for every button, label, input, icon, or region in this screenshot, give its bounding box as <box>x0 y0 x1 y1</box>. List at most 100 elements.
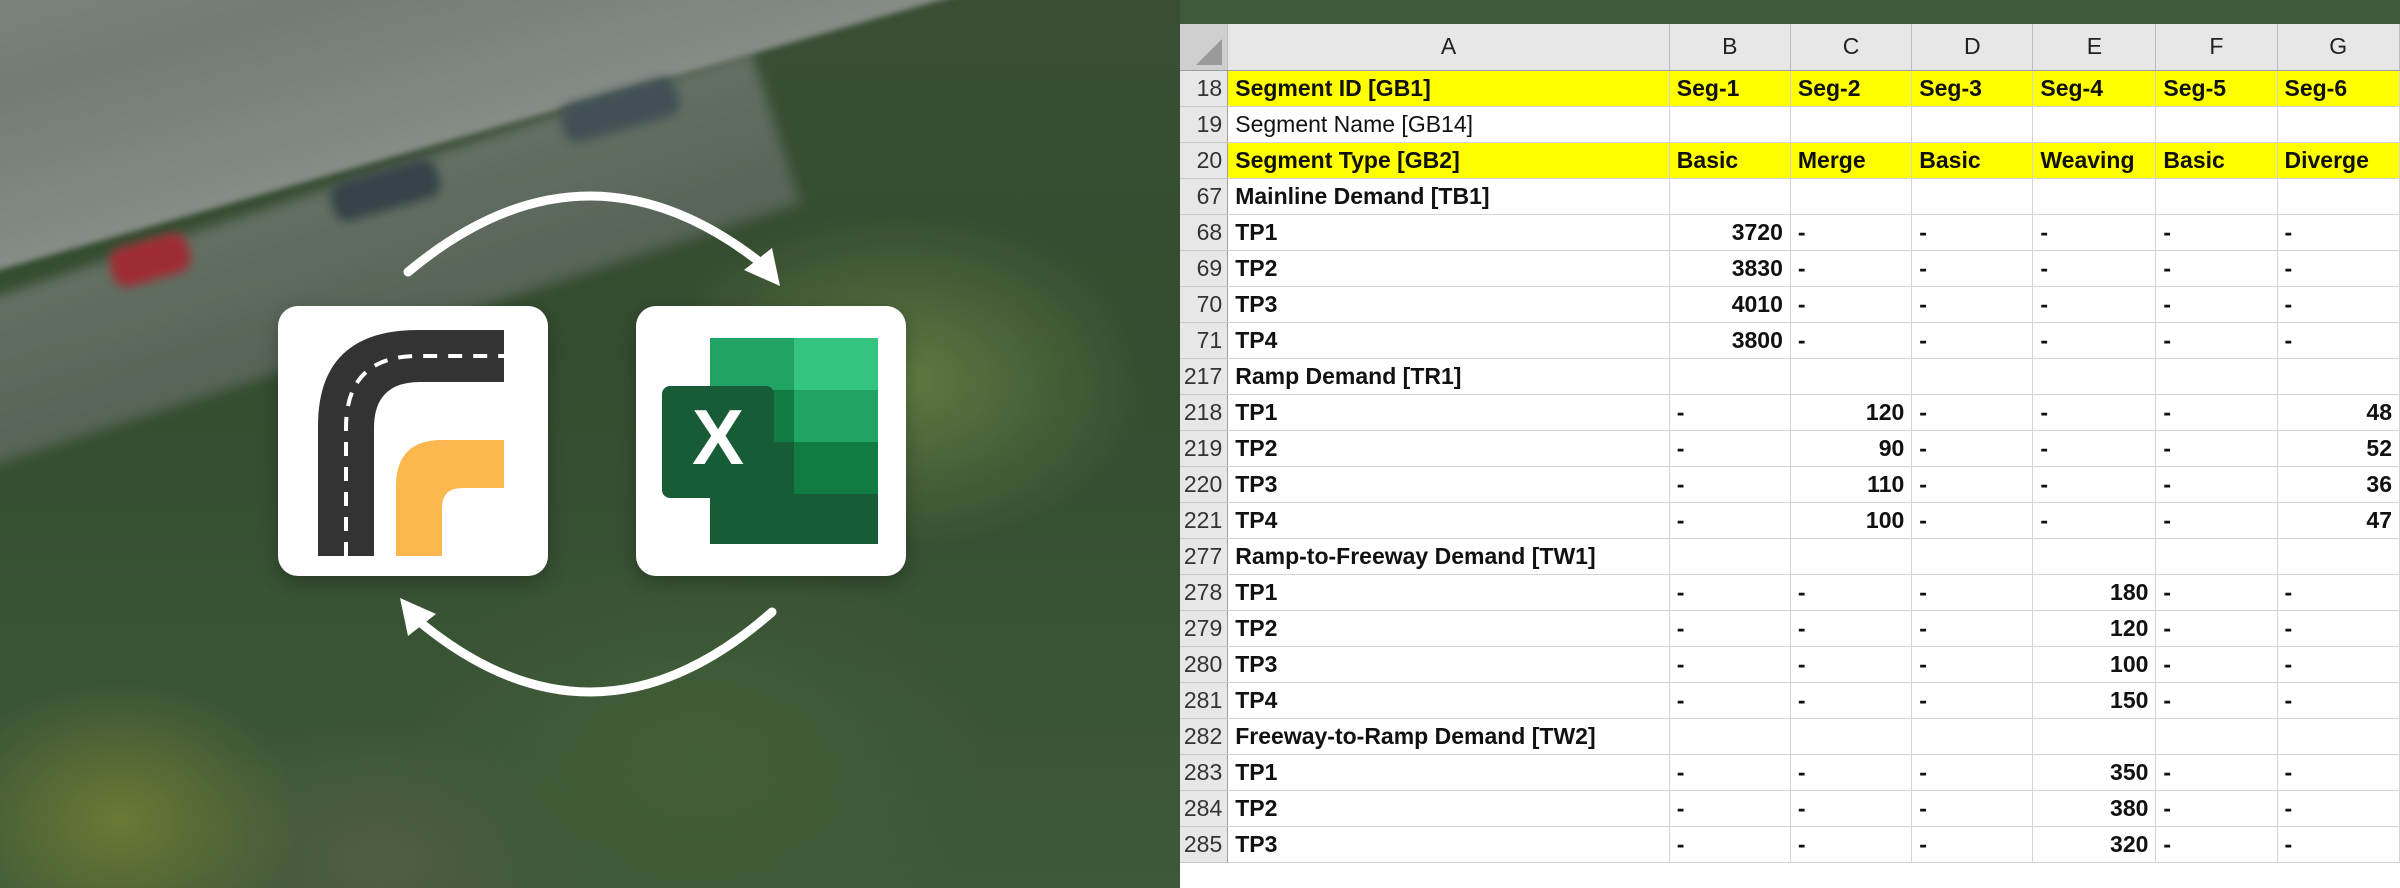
cell-g[interactable]: 48 <box>2277 394 2400 431</box>
cell-c[interactable]: - <box>1790 682 1913 719</box>
cell-d[interactable] <box>1911 358 2034 395</box>
cell-a[interactable]: TP1 <box>1227 214 1670 251</box>
cell-a[interactable]: TP3 <box>1227 286 1670 323</box>
cell-b[interactable]: - <box>1669 502 1791 539</box>
row-number[interactable]: 18 <box>1180 70 1229 107</box>
cell-e[interactable]: - <box>2032 466 2157 503</box>
cell-e[interactable]: 380 <box>2032 790 2157 827</box>
cell-a[interactable]: TP3 <box>1227 826 1670 863</box>
row-number[interactable]: 280 <box>1180 646 1229 683</box>
row-number[interactable]: 20 <box>1180 142 1229 179</box>
cell-g[interactable] <box>2277 538 2400 575</box>
cell-f[interactable]: - <box>2155 826 2278 863</box>
column-header-c[interactable]: C <box>1790 24 1913 71</box>
cell-g[interactable]: Diverge <box>2277 142 2400 179</box>
cell-d[interactable]: - <box>1911 826 2034 863</box>
cell-e[interactable] <box>2032 718 2157 755</box>
cell-a[interactable]: Mainline Demand [TB1] <box>1227 178 1670 215</box>
column-header-g[interactable]: G <box>2277 24 2400 71</box>
cell-a[interactable]: TP1 <box>1227 394 1670 431</box>
cell-e[interactable]: 100 <box>2032 646 2157 683</box>
row-number[interactable]: 279 <box>1180 610 1229 647</box>
cell-f[interactable]: - <box>2155 466 2278 503</box>
row-number[interactable]: 70 <box>1180 286 1229 323</box>
cell-a[interactable]: TP2 <box>1227 610 1670 647</box>
cell-c[interactable]: - <box>1790 322 1913 359</box>
cell-g[interactable]: - <box>2277 646 2400 683</box>
cell-g[interactable]: - <box>2277 250 2400 287</box>
cell-f[interactable] <box>2155 178 2278 215</box>
cell-d[interactable]: - <box>1911 646 2034 683</box>
cell-g[interactable]: - <box>2277 790 2400 827</box>
cell-g[interactable]: - <box>2277 682 2400 719</box>
cell-a[interactable]: TP2 <box>1227 430 1670 467</box>
cell-e[interactable]: - <box>2032 430 2157 467</box>
column-header-e[interactable]: E <box>2032 24 2157 71</box>
column-header-d[interactable]: D <box>1911 24 2034 71</box>
cell-c[interactable]: - <box>1790 754 1913 791</box>
cell-d[interactable] <box>1911 538 2034 575</box>
cell-g[interactable]: - <box>2277 286 2400 323</box>
cell-c[interactable]: - <box>1790 250 1913 287</box>
cell-b[interactable]: 3800 <box>1669 322 1791 359</box>
cell-d[interactable]: - <box>1911 394 2034 431</box>
cell-g[interactable] <box>2277 358 2400 395</box>
cell-d[interactable]: - <box>1911 682 2034 719</box>
cell-f[interactable]: - <box>2155 574 2278 611</box>
row-number[interactable]: 71 <box>1180 322 1229 359</box>
row-number[interactable]: 19 <box>1180 106 1229 143</box>
cell-d[interactable]: - <box>1911 214 2034 251</box>
cell-a[interactable]: Ramp-to-Freeway Demand [TW1] <box>1227 538 1670 575</box>
cell-b[interactable]: - <box>1669 610 1791 647</box>
cell-e[interactable] <box>2032 106 2157 143</box>
cell-a[interactable]: TP1 <box>1227 754 1670 791</box>
cell-c[interactable]: - <box>1790 214 1913 251</box>
cell-e[interactable]: - <box>2032 322 2157 359</box>
cell-c[interactable]: Merge <box>1790 142 1913 179</box>
cell-g[interactable] <box>2277 106 2400 143</box>
cell-e[interactable]: - <box>2032 502 2157 539</box>
cell-f[interactable]: - <box>2155 754 2278 791</box>
cell-a[interactable]: Freeway-to-Ramp Demand [TW2] <box>1227 718 1670 755</box>
cell-c[interactable] <box>1790 178 1913 215</box>
cell-b[interactable]: - <box>1669 394 1791 431</box>
cell-c[interactable] <box>1790 358 1913 395</box>
cell-f[interactable]: - <box>2155 250 2278 287</box>
select-all-corner[interactable] <box>1180 24 1229 71</box>
row-number[interactable]: 69 <box>1180 250 1229 287</box>
cell-e[interactable]: 320 <box>2032 826 2157 863</box>
cell-e[interactable]: - <box>2032 286 2157 323</box>
cell-g[interactable]: - <box>2277 322 2400 359</box>
cell-b[interactable]: - <box>1669 574 1791 611</box>
cell-a[interactable]: TP2 <box>1227 250 1670 287</box>
cell-a[interactable]: TP4 <box>1227 322 1670 359</box>
cell-b[interactable] <box>1669 718 1791 755</box>
cell-a[interactable]: TP2 <box>1227 790 1670 827</box>
cell-f[interactable]: Basic <box>2155 142 2278 179</box>
cell-f[interactable]: - <box>2155 682 2278 719</box>
cell-e[interactable]: 350 <box>2032 754 2157 791</box>
cell-a[interactable]: Ramp Demand [TR1] <box>1227 358 1670 395</box>
cell-f[interactable]: - <box>2155 430 2278 467</box>
cell-c[interactable]: - <box>1790 646 1913 683</box>
cell-g[interactable]: - <box>2277 826 2400 863</box>
cell-g[interactable]: - <box>2277 214 2400 251</box>
row-number[interactable]: 278 <box>1180 574 1229 611</box>
row-number[interactable]: 284 <box>1180 790 1229 827</box>
cell-f[interactable] <box>2155 358 2278 395</box>
cell-d[interactable]: Basic <box>1911 142 2034 179</box>
row-number[interactable]: 285 <box>1180 826 1229 863</box>
cell-d[interactable]: - <box>1911 574 2034 611</box>
cell-c[interactable] <box>1790 538 1913 575</box>
cell-c[interactable] <box>1790 718 1913 755</box>
cell-c[interactable]: - <box>1790 286 1913 323</box>
cell-g[interactable]: 47 <box>2277 502 2400 539</box>
cell-c[interactable]: - <box>1790 574 1913 611</box>
cell-f[interactable]: - <box>2155 790 2278 827</box>
cell-f[interactable]: - <box>2155 214 2278 251</box>
row-number[interactable]: 219 <box>1180 430 1229 467</box>
cell-e[interactable]: - <box>2032 214 2157 251</box>
cell-g[interactable]: - <box>2277 610 2400 647</box>
cell-e[interactable]: 150 <box>2032 682 2157 719</box>
cell-b[interactable]: - <box>1669 682 1791 719</box>
